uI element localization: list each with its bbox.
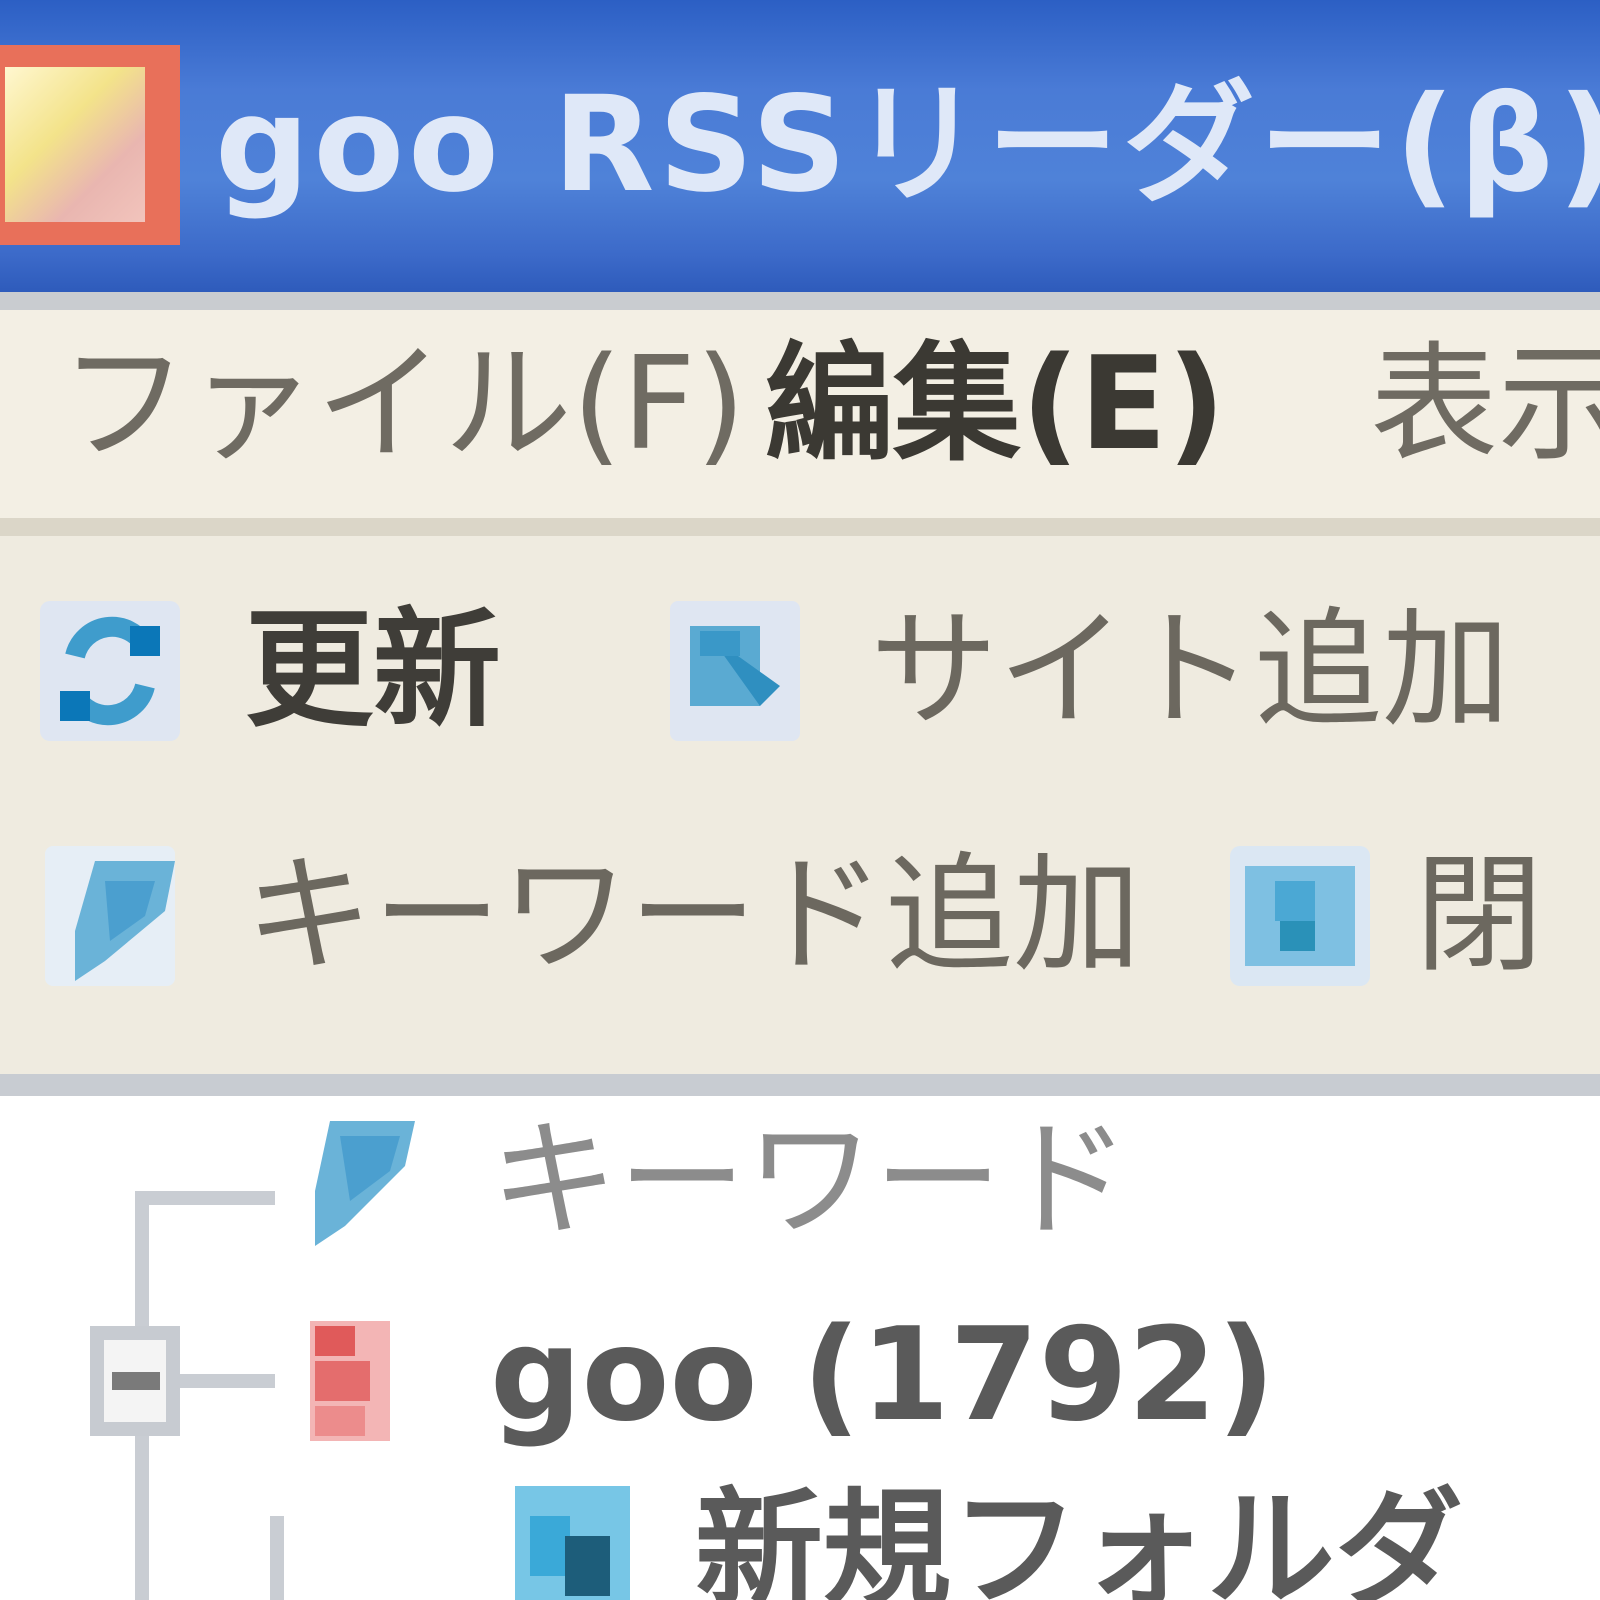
window-title: goo RSSリーダー(β): [215, 68, 1600, 222]
folder-icon: [1225, 841, 1375, 991]
toolbar-separator: [0, 1074, 1600, 1096]
add-site-button[interactable]: サイト追加: [660, 586, 1510, 756]
keyword-icon: [290, 1106, 420, 1256]
tree-connector: [270, 1516, 284, 1600]
title-bar[interactable]: goo RSSリーダー(β): [0, 0, 1600, 300]
menu-view[interactable]: 表示(V): [1370, 330, 1600, 480]
tree-item-label: キーワード: [490, 1106, 1131, 1255]
tree-expander[interactable]: [90, 1326, 180, 1436]
add-keyword-icon: [35, 841, 185, 991]
refresh-button[interactable]: 更新: [35, 586, 501, 756]
app-window: goo RSSリーダー(β) ファイル(F) 編集(E) 表示(V) 更新: [0, 0, 1600, 1600]
menu-edit[interactable]: 編集(E): [765, 330, 1225, 480]
tree-item-goo[interactable]: goo (1792): [290, 1301, 1275, 1451]
menu-bar: ファイル(F) 編集(E) 表示(V): [0, 310, 1600, 520]
tree-item-label: goo (1792): [490, 1301, 1276, 1450]
toolbar: 更新 サイト追加 キーワード追加 閉: [0, 536, 1600, 1076]
tree-connector: [135, 1191, 275, 1205]
refresh-icon: [35, 596, 185, 746]
title-divider: [0, 292, 1600, 310]
menu-file[interactable]: ファイル(F): [60, 330, 746, 480]
add-keyword-label: キーワード追加: [245, 841, 1142, 990]
goo-feed-icon: [290, 1301, 400, 1451]
refresh-label: 更新: [245, 596, 502, 745]
tree-connector: [180, 1374, 275, 1388]
close-button[interactable]: 閉: [1225, 831, 1543, 1001]
menubar-separator: [0, 518, 1600, 536]
tree-item-folder[interactable]: 新規フォルダ: [505, 1476, 1463, 1600]
folder-icon: [505, 1476, 635, 1600]
add-keyword-button[interactable]: キーワード追加: [35, 831, 1141, 1001]
tree-item-label: 新規フォルダ: [695, 1476, 1464, 1600]
app-icon[interactable]: [0, 45, 180, 245]
tree-connector: [135, 1191, 149, 1326]
tree-item-keyword[interactable]: キーワード: [290, 1106, 1130, 1256]
collapse-icon: [112, 1372, 160, 1390]
app-icon-face: [5, 67, 145, 222]
add-site-icon: [660, 596, 810, 746]
feed-tree: キーワード goo (1792) 新規フォルダ: [0, 1096, 1600, 1600]
close-label: 閉: [1415, 841, 1544, 990]
add-site-label: サイト追加: [870, 596, 1511, 745]
tree-connector: [135, 1436, 149, 1600]
